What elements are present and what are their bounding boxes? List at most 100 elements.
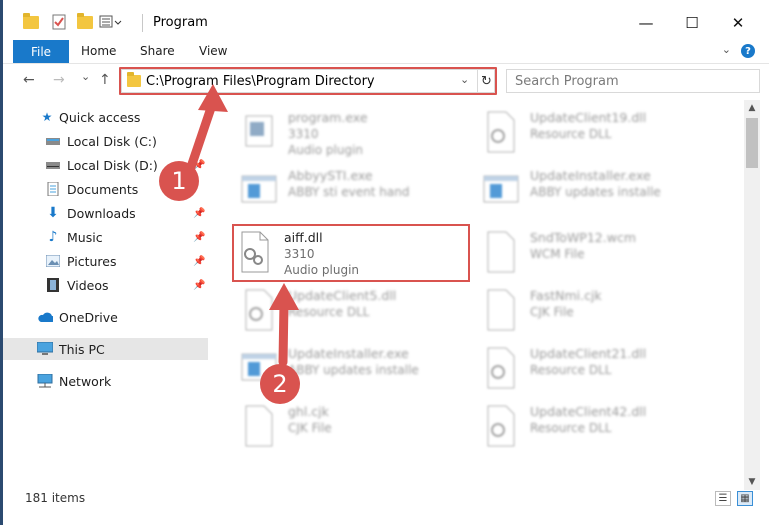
sidebar-item-network[interactable]: Network bbox=[3, 370, 208, 392]
list-item[interactable]: FastNmi.cjk CJK File bbox=[482, 286, 722, 336]
customize-toolbar-icon[interactable] bbox=[99, 12, 125, 32]
star-icon: ★ bbox=[41, 110, 53, 124]
help-icon[interactable]: ? bbox=[741, 44, 755, 58]
sidebar-item-label: OneDrive bbox=[59, 309, 118, 325]
dll-file-icon bbox=[245, 289, 273, 331]
file-detail: CJK File bbox=[288, 421, 332, 435]
sidebar-item-label: Local Disk (C:) bbox=[67, 133, 157, 149]
step-2-badge: 2 bbox=[260, 364, 300, 404]
file-detail: Resource DLL bbox=[530, 363, 612, 377]
file-name: FastNmi.cjk bbox=[530, 288, 602, 303]
search-box[interactable]: Search Program bbox=[506, 69, 760, 93]
list-item[interactable]: UpdateClient19.dll Resource DLL bbox=[482, 108, 722, 158]
drive-icon bbox=[45, 158, 61, 172]
navigation-pane: ★ Quick access Local Disk (C:) 📌 Local D… bbox=[3, 100, 208, 490]
explorer-window: Program — ☐ ✕ File Home Share View ⌄ ? ←… bbox=[0, 0, 769, 525]
file-detail: Resource DLL bbox=[530, 127, 612, 141]
up-button[interactable]: ↑ bbox=[99, 72, 111, 88]
exe-file-icon bbox=[483, 175, 519, 203]
tab-file[interactable]: File bbox=[13, 40, 69, 63]
sidebar-item-label: Downloads bbox=[67, 205, 136, 221]
tiles-view-icon[interactable]: ▦ bbox=[737, 491, 753, 506]
file-name: UpdateInstaller.exe bbox=[530, 168, 651, 183]
navigation-bar: ← → ⌄ ↑ C:\Program Files\Program Directo… bbox=[3, 66, 769, 96]
exe-file-icon bbox=[241, 175, 277, 203]
recent-locations-button[interactable]: ⌄ bbox=[81, 70, 90, 83]
list-item[interactable]: UpdateInstaller.exe ABBY updates install… bbox=[482, 166, 722, 216]
list-item[interactable]: ghl.cjk CJK File bbox=[240, 402, 480, 452]
maximize-button[interactable]: ☐ bbox=[669, 8, 715, 38]
cloud-icon bbox=[37, 310, 53, 324]
new-folder-icon[interactable] bbox=[77, 12, 93, 32]
pin-icon[interactable]: 📌 bbox=[193, 280, 205, 291]
list-item[interactable]: UpdateClient5.dll Resource DLL bbox=[240, 286, 480, 336]
vertical-scrollbar[interactable]: ▲ ▼ bbox=[744, 100, 760, 490]
scrollbar-thumb[interactable] bbox=[746, 118, 758, 168]
file-detail: ABBY updates installe bbox=[530, 185, 661, 199]
documents-icon bbox=[45, 182, 61, 196]
sidebar-item-label: Network bbox=[59, 373, 112, 389]
sidebar-item-this-pc[interactable]: This PC bbox=[3, 338, 208, 360]
file-detail: 3310 bbox=[288, 127, 319, 141]
scroll-up-icon[interactable]: ▲ bbox=[744, 100, 760, 116]
details-view-icon[interactable]: ☰ bbox=[715, 491, 731, 506]
pin-icon[interactable]: 📌 bbox=[193, 208, 205, 219]
music-icon: ♪ bbox=[48, 229, 58, 245]
sidebar-item-label: Quick access bbox=[59, 109, 141, 125]
search-input[interactable]: Search Program bbox=[515, 74, 619, 89]
list-item[interactable]: AbbyySTI.exe ABBY sti event hand bbox=[240, 166, 480, 216]
list-item[interactable]: program.exe 3310 Audio plugin bbox=[240, 108, 480, 158]
minimize-button[interactable]: — bbox=[623, 8, 669, 38]
item-count: 181 items bbox=[25, 491, 86, 505]
sidebar-item-pictures[interactable]: Pictures 📌 bbox=[3, 250, 208, 272]
file-list: program.exe 3310 Audio plugin UpdateClie… bbox=[210, 100, 745, 490]
scroll-down-icon[interactable]: ▼ bbox=[744, 474, 760, 490]
file-description: Audio plugin bbox=[288, 143, 364, 157]
tab-home[interactable]: Home bbox=[81, 44, 116, 58]
file-name: AbbyySTI.exe bbox=[288, 168, 373, 183]
step-1-badge: 1 bbox=[159, 161, 199, 201]
exe-file-icon bbox=[245, 115, 273, 147]
file-name: ghl.cjk bbox=[288, 404, 329, 419]
close-button[interactable]: ✕ bbox=[715, 8, 761, 38]
sidebar-item-label: This PC bbox=[59, 341, 105, 357]
ribbon: File Home Share View ⌄ ? bbox=[3, 40, 769, 64]
dll-file-icon bbox=[487, 347, 515, 389]
pin-icon[interactable]: 📌 bbox=[193, 136, 205, 147]
forward-button[interactable]: → bbox=[53, 72, 65, 88]
folder-icon[interactable] bbox=[23, 12, 39, 32]
file-detail: ABBY updates installe bbox=[288, 363, 419, 377]
status-bar: 181 items ☰ ▦ bbox=[3, 489, 769, 509]
sidebar-item-local-disk-c[interactable]: Local Disk (C:) 📌 bbox=[3, 130, 208, 152]
file-detail: WCM File bbox=[530, 247, 585, 261]
dll-file-icon bbox=[487, 405, 515, 447]
sidebar-item-downloads[interactable]: ⬇ Downloads 📌 bbox=[3, 202, 208, 224]
list-item[interactable]: UpdateClient21.dll Resource DLL bbox=[482, 344, 722, 394]
tab-share[interactable]: Share bbox=[140, 44, 175, 58]
generic-file-icon bbox=[245, 405, 273, 447]
sidebar-item-music[interactable]: ♪ Music 📌 bbox=[3, 226, 208, 248]
sidebar-item-onedrive[interactable]: OneDrive bbox=[3, 306, 208, 328]
properties-icon[interactable] bbox=[51, 12, 67, 32]
tab-view[interactable]: View bbox=[199, 44, 227, 58]
title-separator bbox=[142, 14, 143, 32]
list-item[interactable]: UpdateClient42.dll Resource DLL bbox=[482, 402, 722, 452]
sidebar-item-label: Music bbox=[67, 229, 103, 245]
file-detail: ABBY sti event hand bbox=[288, 185, 410, 199]
sidebar-item-quick-access[interactable]: ★ Quick access bbox=[3, 106, 208, 128]
file-name: program.exe bbox=[288, 110, 368, 125]
generic-file-icon bbox=[487, 231, 515, 273]
file-name: UpdateClient5.dll bbox=[288, 288, 397, 303]
back-button[interactable]: ← bbox=[23, 72, 35, 88]
sidebar-item-videos[interactable]: Videos 📌 bbox=[3, 274, 208, 296]
title-bar: Program — ☐ ✕ bbox=[3, 0, 769, 42]
pin-icon[interactable]: 📌 bbox=[193, 256, 205, 267]
file-name: UpdateClient21.dll bbox=[530, 346, 647, 361]
pin-icon[interactable]: 📌 bbox=[193, 232, 205, 243]
drive-icon bbox=[45, 134, 61, 148]
file-name: UpdateClient19.dll bbox=[530, 110, 647, 125]
list-item[interactable]: SndToWP12.wcm WCM File bbox=[482, 228, 722, 278]
network-icon bbox=[37, 374, 53, 388]
expand-ribbon-icon[interactable]: ⌄ bbox=[722, 43, 731, 56]
file-highlight bbox=[232, 224, 470, 282]
